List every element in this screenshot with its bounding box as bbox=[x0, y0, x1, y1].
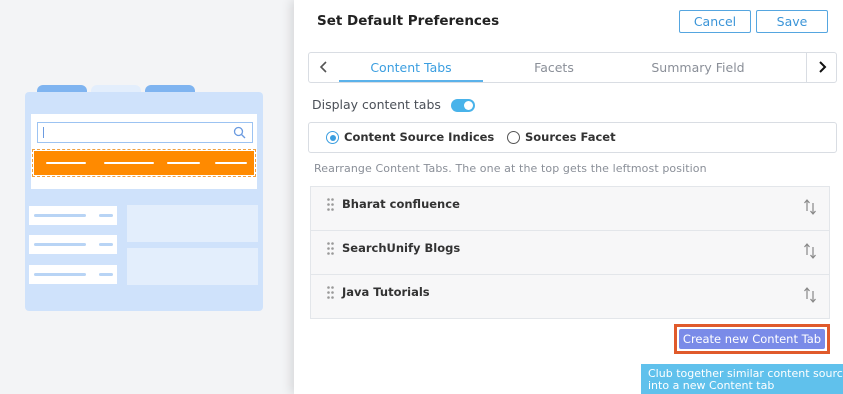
display-content-tabs-toggle[interactable] bbox=[451, 99, 475, 112]
cancel-button[interactable]: Cancel bbox=[679, 10, 751, 33]
list-item[interactable]: Bharat confluence bbox=[311, 187, 829, 231]
content-source-indices-radio[interactable] bbox=[326, 131, 339, 144]
content-tabs-illustration bbox=[25, 85, 263, 311]
illustration-list-row bbox=[29, 235, 117, 254]
sort-arrows-icon[interactable] bbox=[803, 286, 817, 304]
tab-summary-field[interactable]: Summary Field bbox=[629, 53, 767, 82]
create-tab-tooltip: Club together similar content sourc into… bbox=[641, 364, 843, 394]
illustration-list-row bbox=[29, 206, 117, 225]
illustration-tab-strip bbox=[32, 149, 256, 177]
list-item[interactable]: Java Tutorials bbox=[311, 275, 829, 319]
tooltip-line: into a new Content tab bbox=[648, 379, 775, 392]
chevron-right-icon[interactable] bbox=[806, 53, 836, 82]
tab-facets[interactable]: Facets bbox=[489, 53, 619, 82]
sort-arrows-icon[interactable] bbox=[803, 198, 817, 216]
content-tabs-list: Bharat confluence SearchUnify Blogs Java… bbox=[310, 186, 830, 319]
illustration-list-row bbox=[29, 265, 117, 284]
display-content-tabs-label: Display content tabs bbox=[312, 97, 441, 112]
create-button-highlight: Create new Content Tab bbox=[674, 324, 830, 354]
create-new-content-tab-button[interactable]: Create new Content Tab bbox=[679, 329, 825, 349]
chevron-left-icon[interactable] bbox=[309, 53, 339, 82]
drag-handle-icon[interactable] bbox=[327, 198, 334, 211]
search-icon bbox=[233, 126, 246, 139]
illustration-box bbox=[127, 248, 258, 285]
tab-content-tabs[interactable]: Content Tabs bbox=[339, 53, 483, 82]
illustration-box bbox=[127, 205, 258, 242]
settings-tabbar: Content Tabs Facets Summary Field bbox=[308, 52, 837, 83]
rearrange-hint: Rearrange Content Tabs. The one at the t… bbox=[314, 162, 707, 175]
content-source-indices-label[interactable]: Content Source Indices bbox=[344, 130, 494, 144]
panel-title: Set Default Preferences bbox=[317, 13, 500, 29]
list-item[interactable]: SearchUnify Blogs bbox=[311, 231, 829, 275]
sources-facet-label[interactable]: Sources Facet bbox=[525, 130, 616, 144]
save-button[interactable]: Save bbox=[756, 10, 828, 33]
sources-facet-radio[interactable] bbox=[507, 131, 520, 144]
sort-arrows-icon[interactable] bbox=[803, 242, 817, 260]
illustration-searchbar bbox=[37, 122, 253, 143]
content-tab-name: Bharat confluence bbox=[342, 197, 460, 211]
source-type-radio-group: Content Source Indices Sources Facet bbox=[308, 122, 837, 153]
drag-handle-icon[interactable] bbox=[327, 286, 334, 299]
content-tab-name: Java Tutorials bbox=[342, 285, 430, 299]
drag-handle-icon[interactable] bbox=[327, 242, 334, 255]
content-tab-name: SearchUnify Blogs bbox=[342, 241, 461, 255]
preferences-panel: Set Default Preferences Cancel Save Cont… bbox=[294, 0, 843, 394]
